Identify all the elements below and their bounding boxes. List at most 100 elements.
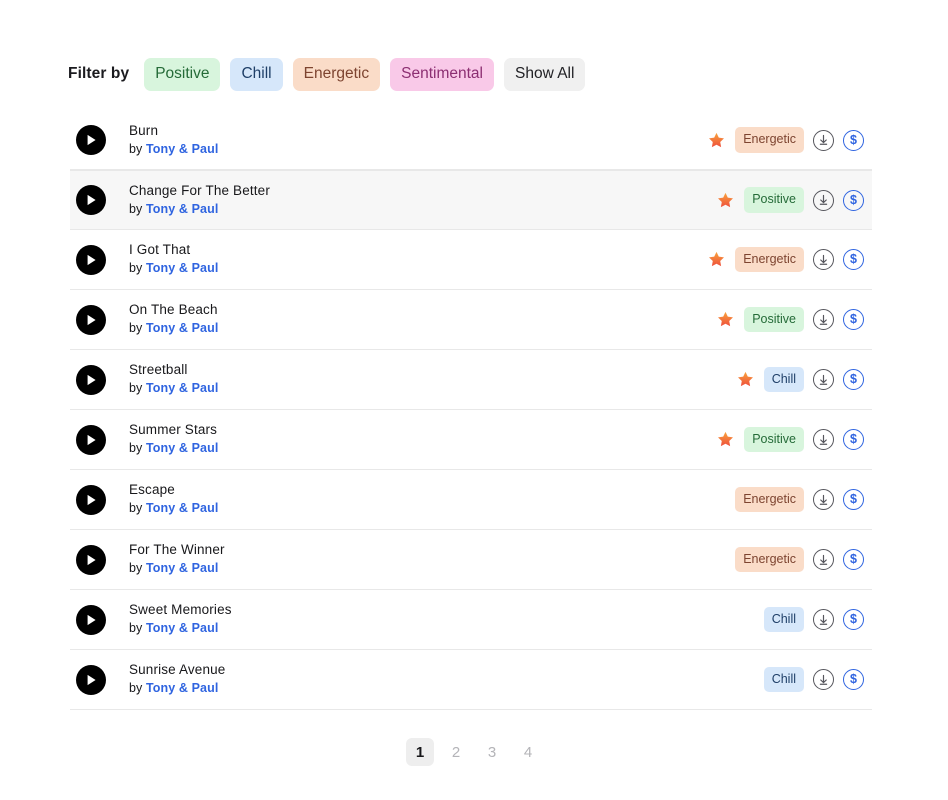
track-row[interactable]: Sweet Memoriesby Tony & PaulChill$ (70, 590, 872, 650)
track-byline: by Tony & Paul (129, 621, 764, 637)
dollar-circle-icon[interactable]: $ (843, 190, 864, 211)
download-circle-icon[interactable] (813, 549, 834, 570)
mood-badge[interactable]: Energetic (735, 247, 804, 273)
download-circle-icon[interactable] (813, 190, 834, 211)
page-button-2[interactable]: 2 (442, 738, 470, 766)
track-row[interactable]: For The Winnerby Tony & PaulEnergetic$ (70, 530, 872, 590)
download-circle-icon[interactable] (813, 489, 834, 510)
track-row[interactable]: Streetballby Tony & PaulChill$ (70, 350, 872, 410)
track-row[interactable]: Summer Starsby Tony & PaulPositive$ (70, 410, 872, 470)
track-actions: Energetic $ (735, 547, 864, 573)
download-circle-icon[interactable] (813, 309, 834, 330)
dollar-symbol: $ (850, 433, 857, 446)
dollar-circle-icon[interactable]: $ (843, 549, 864, 570)
dollar-circle-icon[interactable]: $ (843, 309, 864, 330)
download-circle-icon[interactable] (813, 130, 834, 151)
star-icon[interactable] (716, 191, 735, 210)
track-artist-link[interactable]: Tony & Paul (146, 142, 218, 156)
star-icon[interactable] (736, 370, 755, 389)
download-circle-icon[interactable] (813, 429, 834, 450)
by-prefix: by (129, 202, 146, 216)
play-circle-icon[interactable] (76, 125, 106, 155)
dollar-circle-icon[interactable]: $ (843, 669, 864, 690)
dollar-circle-icon[interactable]: $ (843, 130, 864, 151)
track-row[interactable]: Change For The Betterby Tony & PaulPosit… (70, 170, 872, 230)
track-artist-link[interactable]: Tony & Paul (146, 441, 218, 455)
track-artist-link[interactable]: Tony & Paul (146, 501, 218, 515)
mood-badge[interactable]: Energetic (735, 487, 804, 513)
track-row[interactable]: I Got Thatby Tony & Paul Energetic $ (70, 230, 872, 290)
filter-chip-sentimental[interactable]: Sentimental (390, 58, 494, 91)
mood-badge[interactable]: Chill (764, 607, 804, 633)
by-prefix: by (129, 381, 146, 395)
track-actions: Energetic $ (735, 487, 864, 513)
download-circle-icon[interactable] (813, 609, 834, 630)
dollar-circle-icon[interactable]: $ (843, 429, 864, 450)
download-circle-icon[interactable] (813, 249, 834, 270)
mood-badge[interactable]: Positive (744, 187, 804, 213)
track-row[interactable]: Sunrise Avenueby Tony & PaulChill$ (70, 650, 872, 710)
dollar-symbol: $ (850, 134, 857, 147)
track-byline: by Tony & Paul (129, 261, 707, 277)
track-title: Escape (129, 482, 735, 499)
mood-badge[interactable]: Positive (744, 307, 804, 333)
star-icon[interactable] (716, 430, 735, 449)
track-artist-link[interactable]: Tony & Paul (146, 261, 218, 275)
play-circle-icon[interactable] (76, 185, 106, 215)
play-circle-icon[interactable] (76, 665, 106, 695)
filter-chip-group: Positive Chill Energetic Sentimental Show Al… (144, 58, 585, 91)
mood-badge[interactable]: Positive (744, 427, 804, 453)
play-circle-icon[interactable] (76, 365, 106, 395)
track-byline: by Tony & Paul (129, 681, 764, 697)
track-byline: by Tony & Paul (129, 202, 716, 218)
download-circle-icon[interactable] (813, 669, 834, 690)
dollar-circle-icon[interactable]: $ (843, 609, 864, 630)
filter-chip-showall[interactable]: Show All (504, 58, 585, 91)
play-circle-icon[interactable] (76, 605, 106, 635)
track-artist-link[interactable]: Tony & Paul (146, 321, 218, 335)
by-prefix: by (129, 621, 146, 635)
dollar-circle-icon[interactable]: $ (843, 369, 864, 390)
download-circle-icon[interactable] (813, 369, 834, 390)
track-byline: by Tony & Paul (129, 142, 707, 158)
track-actions: Positive $ (716, 307, 864, 333)
mood-badge[interactable]: Chill (764, 367, 804, 393)
track-byline: by Tony & Paul (129, 381, 736, 397)
play-circle-icon[interactable] (76, 245, 106, 275)
track-artist-link[interactable]: Tony & Paul (146, 681, 218, 695)
filter-chip-energetic[interactable]: Energetic (293, 58, 380, 91)
track-meta: I Got Thatby Tony & Paul (129, 242, 707, 277)
track-byline: by Tony & Paul (129, 441, 716, 457)
dollar-circle-icon[interactable]: $ (843, 489, 864, 510)
mood-badge[interactable]: Energetic (735, 127, 804, 153)
mood-badge[interactable]: Chill (764, 667, 804, 693)
by-prefix: by (129, 561, 146, 575)
track-row[interactable]: Burnby Tony & PaulEnergetic$ (70, 110, 872, 170)
filter-chip-chill[interactable]: Chill (230, 58, 282, 91)
dollar-circle-icon[interactable]: $ (843, 249, 864, 270)
page-button-3[interactable]: 3 (478, 738, 506, 766)
track-title: On The Beach (129, 302, 716, 319)
page-button-1[interactable]: 1 (406, 738, 434, 766)
star-icon[interactable] (716, 310, 735, 329)
star-icon[interactable] (707, 131, 726, 150)
play-circle-icon[interactable] (76, 425, 106, 455)
track-row[interactable]: On The Beach by Tony & Paul Positive $ (70, 290, 872, 350)
track-artist-link[interactable]: Tony & Paul (146, 561, 218, 575)
play-circle-icon[interactable] (76, 305, 106, 335)
mood-badge[interactable]: Energetic (735, 547, 804, 573)
track-byline: by Tony & Paul (129, 561, 735, 577)
filter-bar: Filter by PositiveChillEnergeticSentimen… (68, 58, 585, 91)
star-icon[interactable] (707, 250, 726, 269)
track-byline: by Tony & Paul (129, 321, 716, 337)
filter-chip-positive[interactable]: Positive (144, 58, 220, 91)
track-artist-link[interactable]: Tony & Paul (146, 621, 218, 635)
by-prefix: by (129, 261, 146, 275)
play-circle-icon[interactable] (76, 485, 106, 515)
play-circle-icon[interactable] (76, 545, 106, 575)
track-actions: Energetic $ (707, 247, 864, 273)
track-artist-link[interactable]: Tony & Paul (146, 381, 218, 395)
track-row[interactable]: Escapeby Tony & PaulEnergetic$ (70, 470, 872, 530)
track-artist-link[interactable]: Tony & Paul (146, 202, 218, 216)
page-button-4[interactable]: 4 (514, 738, 542, 766)
